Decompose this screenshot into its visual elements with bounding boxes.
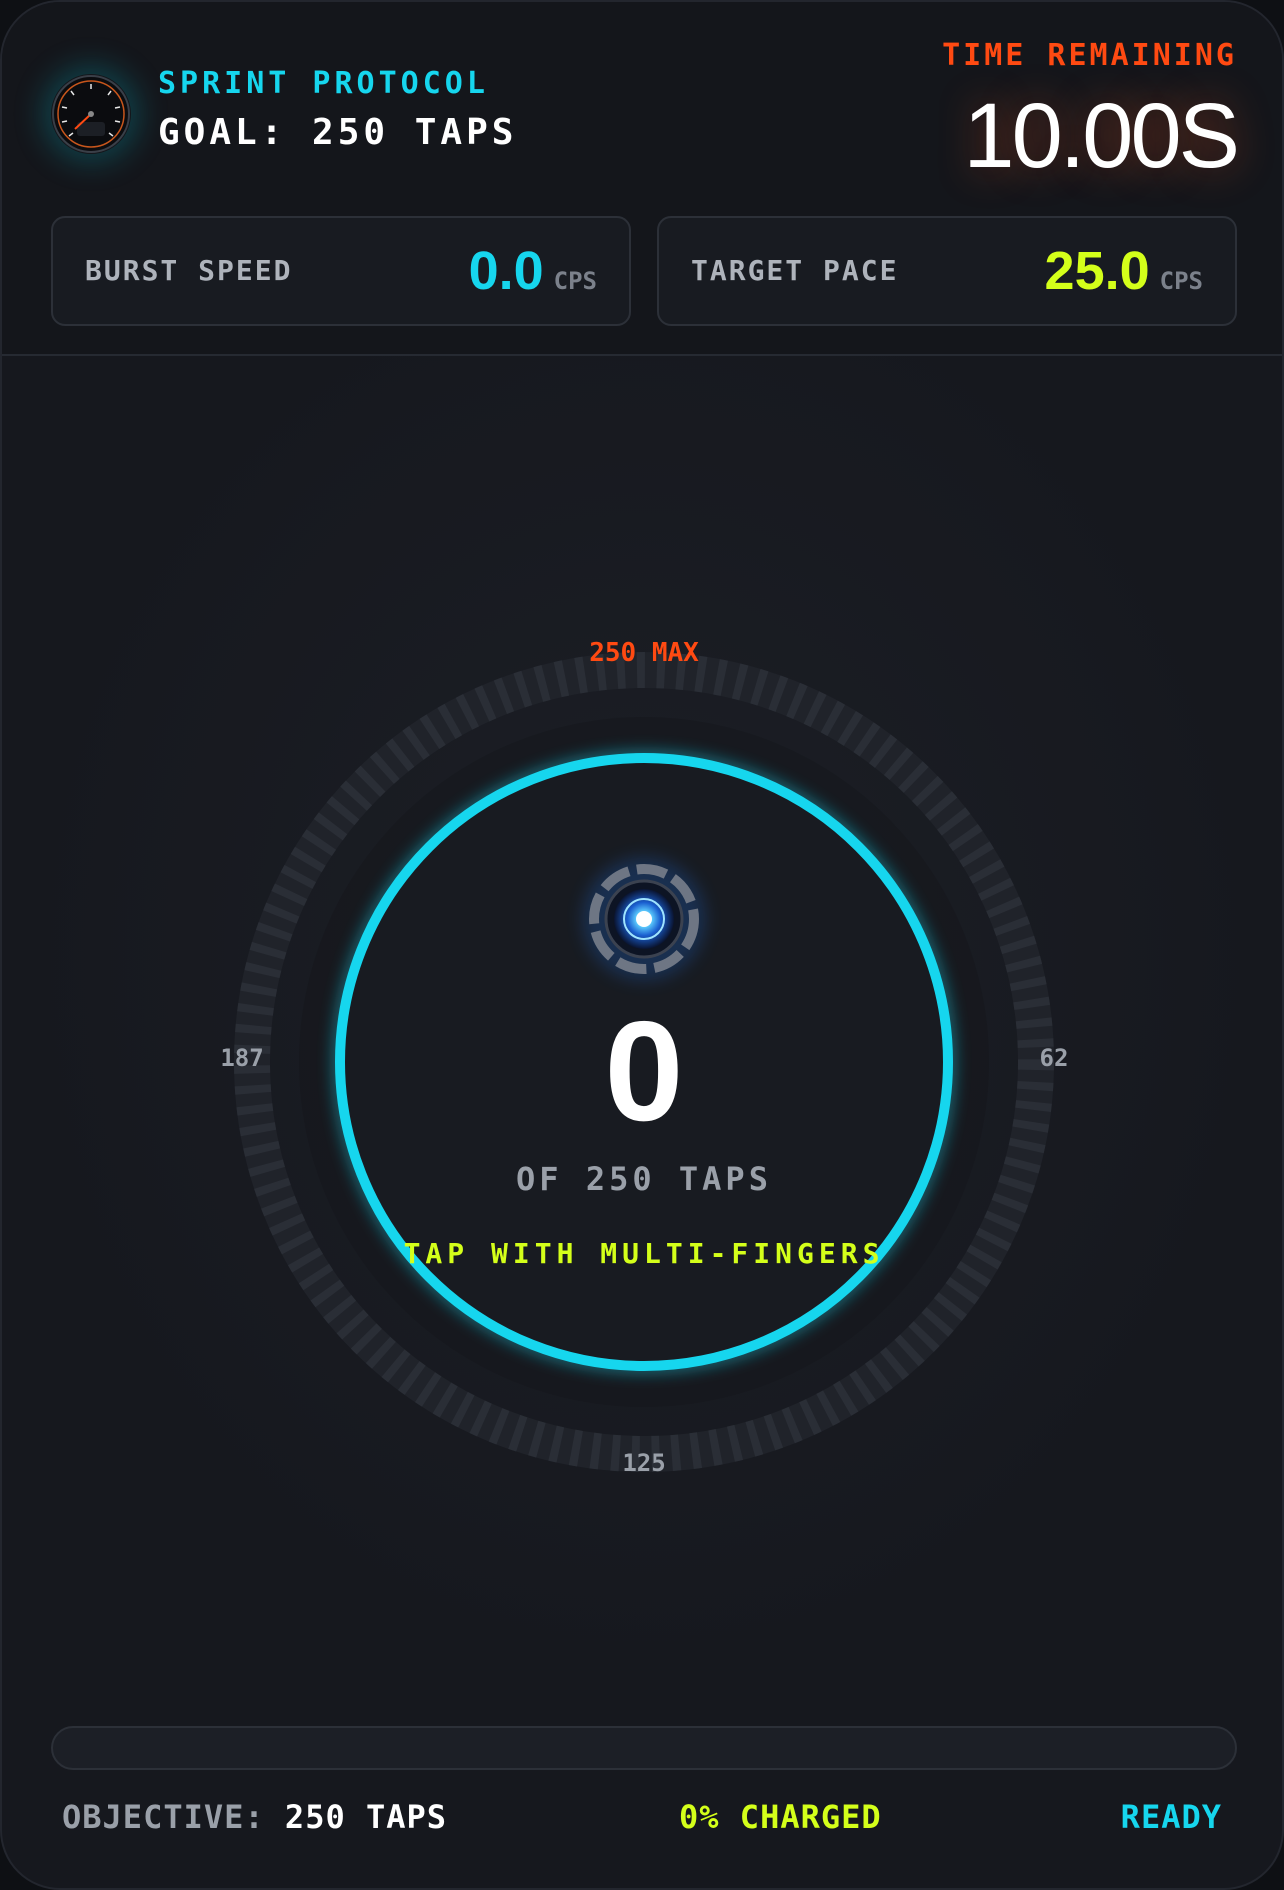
- gauge-tick-125: 125: [622, 1449, 665, 1477]
- ready-status: READY: [1120, 1798, 1222, 1836]
- tap-gauge: 250 MAX 62 125 187 0 OF 250 TAPS TAP WIT…: [220, 638, 1069, 1477]
- tap-hint: TAP WITH MULTI-FINGERS: [404, 1237, 885, 1270]
- energy-core-icon: [582, 857, 706, 981]
- gauge-max-label: 250 MAX: [589, 638, 699, 668]
- objective: OBJECTIVE: 250 TAPS: [62, 1798, 447, 1836]
- gauge-tick-62: 62: [1040, 1044, 1069, 1072]
- tap-count: 0: [605, 992, 684, 1151]
- objective-label: OBJECTIVE:: [62, 1798, 265, 1836]
- gauge-tick-187: 187: [220, 1044, 263, 1072]
- sprint-app: SPRINT PROTOCOL GOAL: 250 TAPS TIME REMA…: [0, 0, 1284, 1890]
- charge-progress-bar: [51, 1726, 1237, 1770]
- charged-status: 0% CHARGED: [679, 1798, 882, 1836]
- objective-value: 250 TAPS: [284, 1798, 448, 1836]
- tap-count-sublabel: OF 250 TAPS: [516, 1160, 772, 1198]
